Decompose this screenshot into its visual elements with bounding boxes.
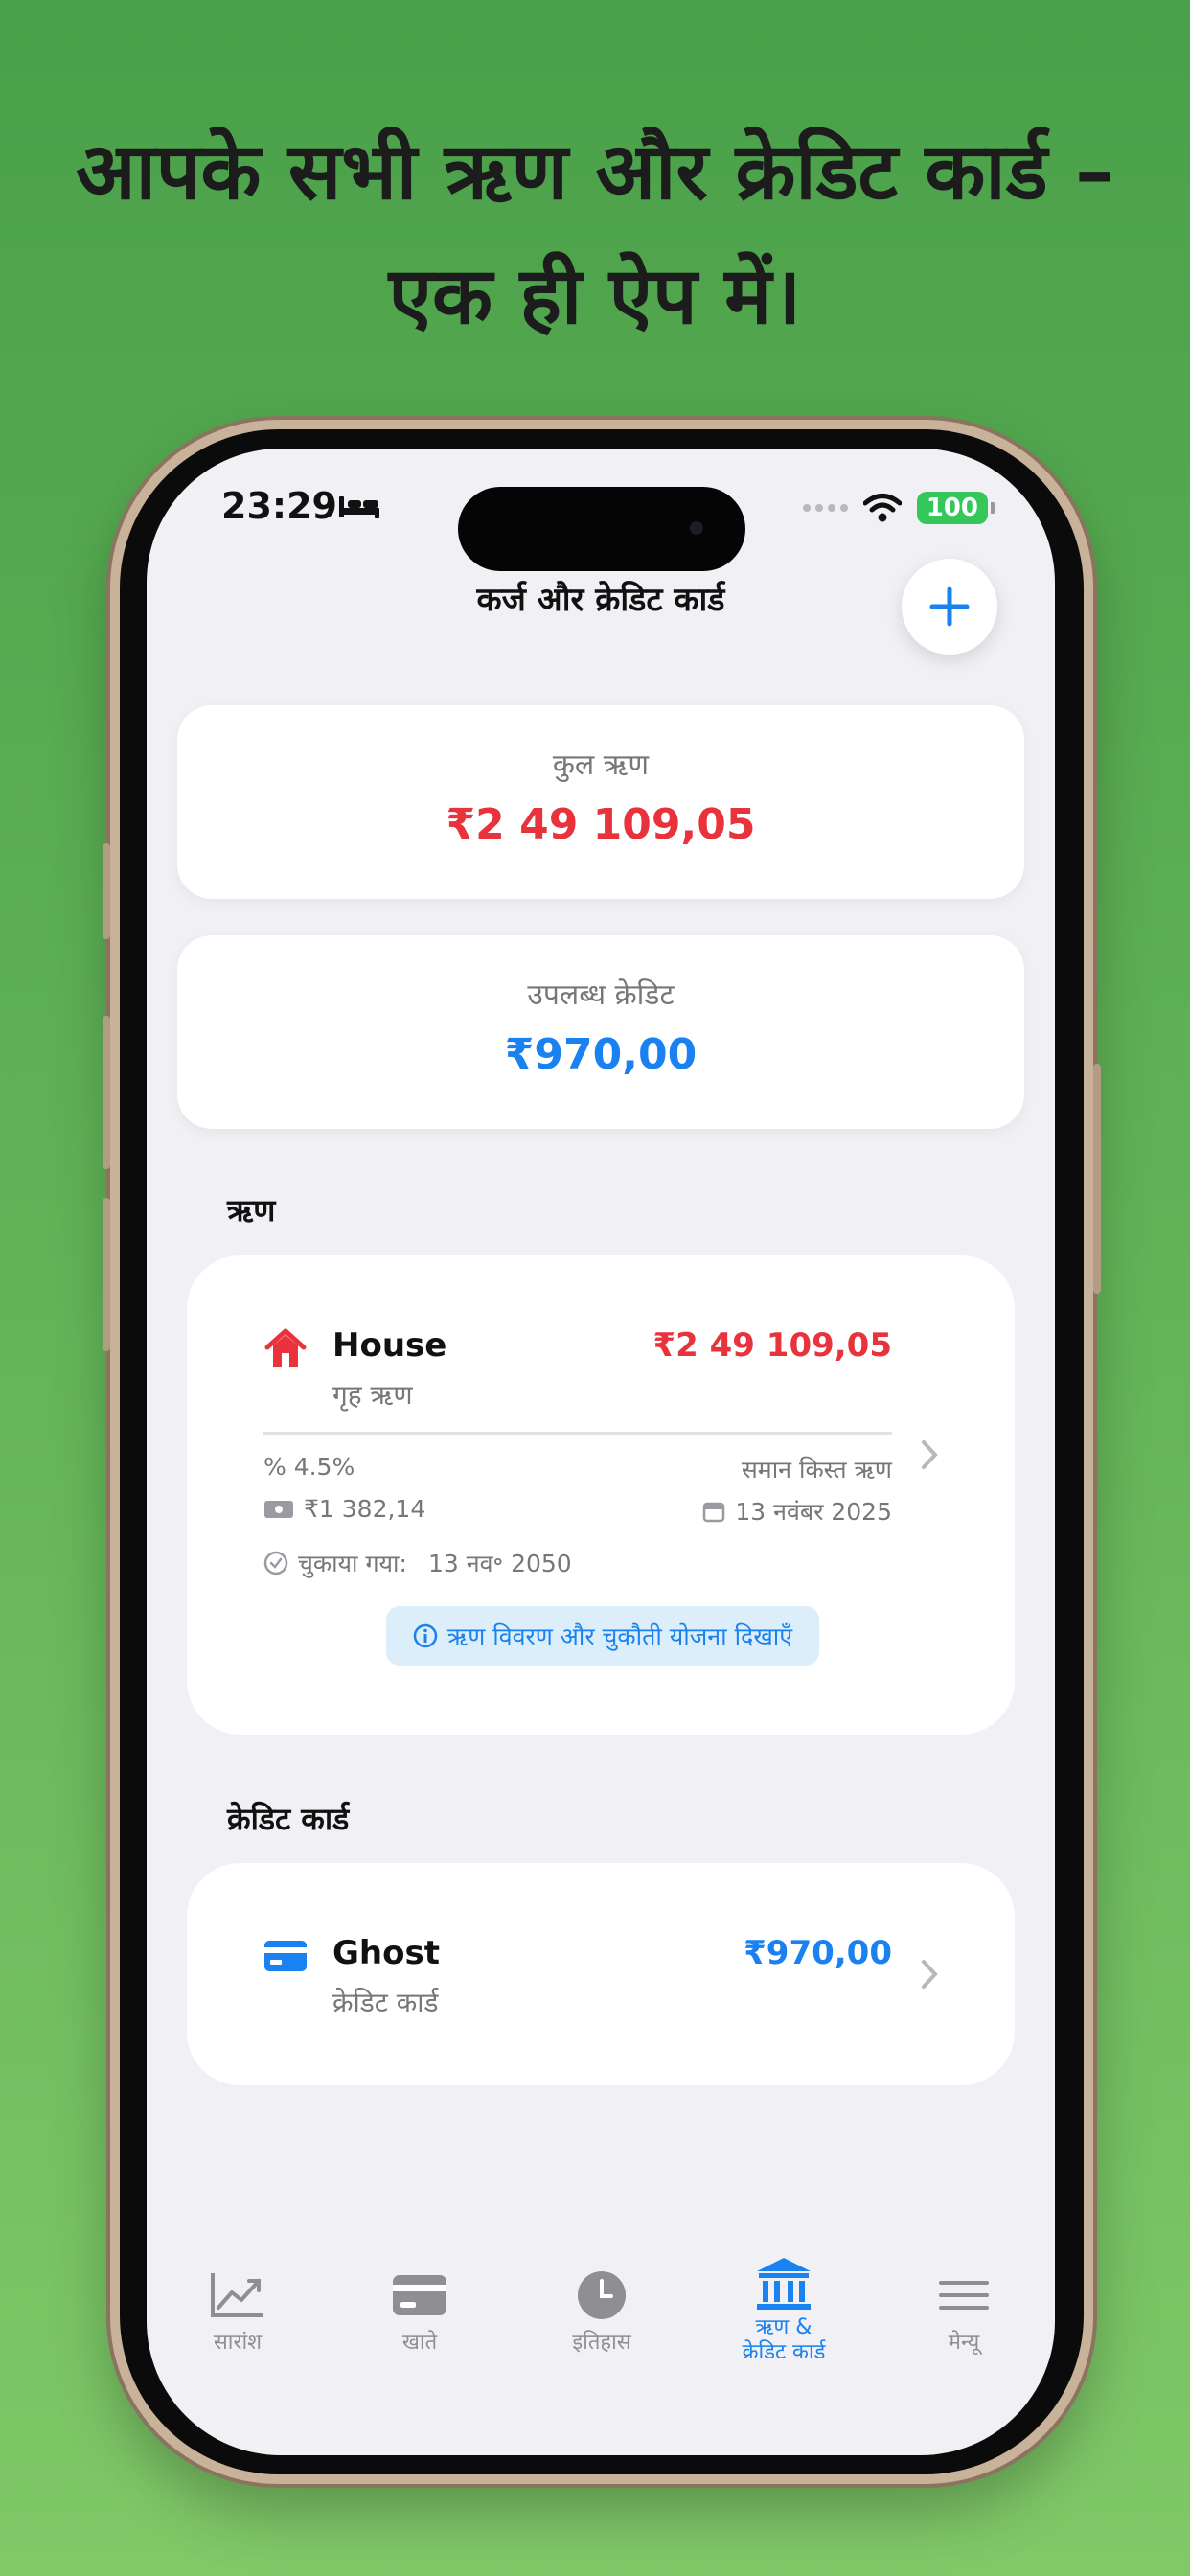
tab-history-label: इतिहास [572, 2331, 631, 2355]
tab-bar: सारांश खाते इतिहास ऋण & क्रेडिट कार्ड मे… [147, 2258, 1055, 2404]
chevron-right-icon [922, 1960, 938, 1989]
available-credit-card: उपलब्ध क्रेडिट ₹970,00 [177, 935, 1024, 1129]
app-screen: 23:29 100 कर्ज और क्रेडिट कार्ड कुल ऋण ₹… [147, 448, 1055, 2455]
add-button[interactable] [902, 559, 997, 655]
tab-loans-cards-label-line1: ऋण & [755, 2315, 812, 2339]
calendar-icon [703, 1502, 725, 1523]
card-name: Ghost [332, 1934, 440, 1972]
card-type: क्रेडिट कार्ड [332, 1987, 439, 2018]
credit-card-ghost[interactable]: Ghost क्रेडिट कार्ड ₹970,00 [187, 1863, 1015, 2085]
loan-amount: ₹2 49 109,05 [652, 1326, 892, 1365]
clock-icon [578, 2271, 626, 2319]
headline-line-1: आपके सभी ऋण और क्रेडिट कार्ड – [75, 126, 1115, 218]
status-indicators: 100 [802, 489, 996, 527]
available-credit-value: ₹970,00 [504, 1030, 698, 1079]
bank-icon [757, 2258, 811, 2310]
tab-menu-label: मेन्यू [948, 2331, 980, 2355]
loan-paid-off-date: 13 नव॰ 2050 [427, 1550, 572, 1577]
loan-header: House गृह ऋण ₹2 49 109,05 [263, 1326, 892, 1422]
phone-button [103, 843, 110, 939]
loan-installment: ₹1 382,14 [263, 1495, 425, 1523]
loan-repayment-type-value: समान किस्त ऋण [741, 1456, 892, 1484]
plus-icon [929, 586, 970, 627]
headline: आपके सभी ऋण और क्रेडिट कार्ड – एक ही ऐप … [0, 110, 1190, 359]
loan-next-date: 13 नवंबर 2025 [702, 1495, 892, 1528]
tab-accounts[interactable]: खाते [329, 2269, 511, 2356]
card-header: Ghost क्रेडिट कार्ड ₹970,00 [263, 1934, 892, 2030]
loan-installment-value: ₹1 382,14 [304, 1495, 426, 1523]
credit-card-icon [264, 1941, 307, 1971]
loan-paid-off: चुकाया गया: 13 नव॰ 2050 [263, 1547, 572, 1579]
loan-interest: % 4.5% [263, 1453, 355, 1481]
chart-icon [211, 2273, 263, 2317]
checkmark-circle-icon [263, 1551, 288, 1576]
wifi-icon [862, 494, 902, 522]
chevron-right-icon [922, 1440, 938, 1469]
show-loan-details-label: ऋण विवरण और चुकौती योजना दिखाएँ [446, 1622, 793, 1650]
card-icon [393, 2275, 446, 2315]
tab-loans-cards-label-line2: क्रेडिट कार्ड [742, 2340, 826, 2364]
tab-loans-cards-label: ऋण & क्रेडिट कार्ड [693, 2315, 875, 2365]
info-icon [413, 1623, 438, 1648]
card-amount: ₹970,00 [744, 1934, 892, 1972]
menu-icon [939, 2281, 989, 2310]
loans-section-title: ऋण [227, 1192, 276, 1229]
dynamic-island [458, 487, 745, 571]
status-time: 23:29 [221, 485, 337, 527]
signal-icon [802, 504, 848, 512]
total-debt-card: कुल ऋण ₹2 49 109,05 [177, 705, 1024, 899]
loan-card-house[interactable]: House गृह ऋण ₹2 49 109,05 % 4.5% समान कि… [187, 1255, 1015, 1735]
loan-paid-off-label: चुकाया गया: [298, 1550, 407, 1577]
total-debt-value: ₹2 49 109,05 [446, 800, 756, 849]
loan-interest-value: % 4.5% [263, 1453, 355, 1481]
tab-menu[interactable]: मेन्यू [873, 2269, 1055, 2356]
house-icon [264, 1328, 307, 1367]
battery-indicator: 100 [916, 492, 996, 524]
loan-type: गृह ऋण [332, 1379, 413, 1411]
tab-accounts-label: खाते [401, 2331, 438, 2355]
money-icon [264, 1500, 293, 1518]
loan-name: House [332, 1326, 447, 1365]
tab-summary-label: सारांश [213, 2331, 263, 2355]
phone-button [103, 1016, 110, 1169]
tab-history[interactable]: इतिहास [511, 2269, 693, 2356]
loan-repayment-type: समान किस्त ऋण [742, 1453, 892, 1485]
tab-loans-cards[interactable]: ऋण & क्रेडिट कार्ड [693, 2256, 875, 2365]
total-debt-label: कुल ऋण [552, 748, 650, 782]
bed-icon [339, 496, 379, 518]
show-loan-details-button[interactable]: ऋण विवरण और चुकौती योजना दिखाएँ [386, 1606, 819, 1666]
phone-button [103, 1198, 110, 1351]
phone-button [1093, 1064, 1101, 1294]
tab-summary[interactable]: सारांश [147, 2269, 329, 2356]
cards-section-title: क्रेडिट कार्ड [227, 1801, 350, 1837]
available-credit-label: उपलब्ध क्रेडिट [527, 978, 675, 1012]
loan-next-date-value: 13 नवंबर 2025 [735, 1498, 892, 1526]
divider [263, 1432, 892, 1435]
headline-line-2: एक ही ऐप में। [388, 251, 802, 342]
